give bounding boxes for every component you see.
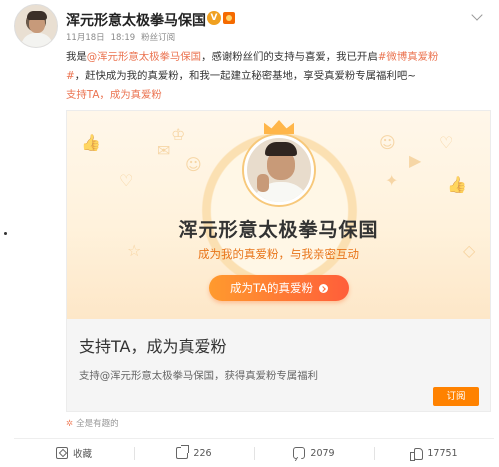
portrait-hair: [265, 142, 297, 156]
author-mention-link[interactable]: @浑元形意太极拳马保国: [87, 51, 201, 63]
spark-icon: ✲: [66, 419, 74, 429]
avatar-hair: [27, 11, 47, 20]
crown-icon: [264, 114, 294, 136]
action-bar: 收藏 226 2079 17751: [14, 438, 494, 467]
chat-icon: ✉: [157, 141, 171, 160]
like-button[interactable]: 17751: [374, 439, 494, 467]
comment-icon: [293, 447, 306, 459]
thumbs-up-icon: [410, 447, 424, 461]
fan-card-footer: 支持TA，成为真爱粉 支持@浑元形意太极拳马保国，获得真爱粉专属福利 订阅: [67, 319, 490, 411]
bubble-icon: ✦: [385, 171, 399, 190]
comment-count: 2079: [310, 447, 335, 459]
crown-shape: [264, 120, 294, 134]
fan-card-footer-desc: 支持@浑元形意太极拳马保国，获得真爱粉专属福利: [79, 370, 318, 382]
post-body-line-1: 我是@浑元形意太极拳马保国，感谢粉丝们的支持与喜爱，我已开启#微博真爱粉: [66, 48, 491, 67]
favorite-icon: [55, 447, 68, 459]
video-icon: ▶: [409, 151, 422, 170]
share-button[interactable]: 226: [134, 439, 254, 467]
like-count: 17751: [427, 447, 458, 459]
fan-card-subtitle: 成为我的真爱粉，与我亲密互动: [198, 247, 359, 261]
body-middle: ，感谢粉丝们的支持与喜爱，我已开启: [201, 51, 378, 63]
post-body-line-2: #，赶快成为我的真爱粉，和我一起建立秘密基地，享受真爱粉专属福利吧~: [66, 67, 491, 86]
creator-portrait: [244, 135, 314, 205]
source-line[interactable]: ✲ 全是有趣的: [66, 417, 119, 429]
post-body-line-3: 支持TA，成为真爱粉: [66, 86, 491, 105]
subscribe-button[interactable]: 订阅: [433, 387, 479, 406]
comment-button[interactable]: 2079: [254, 439, 374, 467]
smile-icon: ☺: [379, 133, 396, 152]
author-avatar[interactable]: [14, 4, 58, 48]
become-fan-button[interactable]: 成为TA的真爱粉: [209, 275, 349, 301]
bullet-dot: [4, 232, 7, 235]
screenshot-root: 浑元形意太极拳马保国 V 11月18日 18:19 粉丝订阅 我是@浑元形意太极拳马…: [0, 0, 499, 467]
thumb-icon: 👍: [81, 133, 101, 152]
crown-small-icon: ♔: [171, 125, 186, 144]
fan-card-title: 浑元形意太极拳马保国: [178, 219, 379, 241]
fan-card-footer-title: 支持TA，成为真爱粉: [79, 337, 227, 356]
favorite-button[interactable]: 收藏: [14, 439, 134, 467]
verified-icon: V: [207, 11, 221, 25]
fan-card[interactable]: 👍 ♡ ✉ ☺ ☆ ♔ ☺ ▶ ♡ ✦ 👍 ◇ 浑元形意太极拳马保国 成为我的真…: [66, 110, 491, 412]
fan-card-banner: 👍 ♡ ✉ ☺ ☆ ♔ ☺ ▶ ♡ ✦ 👍 ◇ 浑元形意太极拳马保国 成为我的真…: [67, 111, 490, 319]
favorite-label: 收藏: [72, 449, 92, 460]
body-prefix: 我是: [66, 51, 87, 63]
share-count: 226: [193, 447, 212, 459]
weibo-post: 浑元形意太极拳马保国 V 11月18日 18:19 粉丝订阅 我是@浑元形意太极拳马…: [14, 4, 494, 467]
member-badge-icon: [223, 12, 235, 24]
body-text-2: ，赶快成为我的真爱粉，和我一起建立秘密基地，享受真爱粉专属福利吧~: [74, 70, 416, 82]
post-meta: 11月18日 18:19 粉丝订阅: [66, 31, 181, 43]
thumb-icon-2: 👍: [447, 175, 467, 194]
support-link[interactable]: 支持TA，成为真爱粉: [66, 89, 162, 101]
topic-tag-link-end[interactable]: #: [66, 70, 75, 82]
post-date[interactable]: 11月18日: [66, 33, 105, 43]
portrait-hand: [257, 174, 269, 192]
post-body: 我是@浑元形意太极拳马保国，感谢粉丝们的支持与喜爱，我已开启#微博真爱粉 #，赶…: [66, 48, 491, 105]
heart-icon-2: ♡: [439, 133, 454, 152]
chevron-down-icon[interactable]: [470, 10, 484, 24]
avatar-body: [21, 33, 53, 47]
post-time[interactable]: 18:19: [111, 33, 136, 43]
source-label: 全是有趣的: [76, 419, 119, 429]
post-source: 粉丝订阅: [141, 33, 176, 43]
share-icon: [176, 447, 189, 459]
heart-icon: ♡: [119, 171, 134, 190]
author-name[interactable]: 浑元形意太极拳马保国: [66, 10, 206, 30]
arrow-right-icon: [319, 284, 328, 293]
become-fan-label: 成为TA的真爱粉: [230, 281, 313, 295]
topic-tag-link[interactable]: #微博真爱粉: [378, 51, 439, 63]
people-icon: ☺: [185, 155, 202, 174]
